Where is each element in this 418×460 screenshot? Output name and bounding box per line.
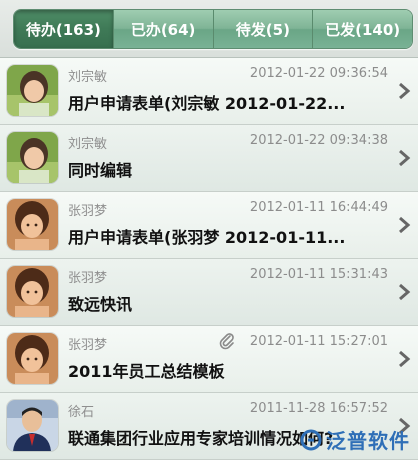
list-item[interactable]: 张羽梦 2012-01-11 16:44:49 用户申请表单(张羽梦 2012-… — [0, 192, 418, 259]
avatar — [7, 333, 58, 384]
sender-name: 张羽梦 — [68, 338, 108, 353]
item-title: 用户申请表单(张羽梦 2012-01-11... — [68, 228, 346, 247]
watermark-text: 泛普软件 — [326, 429, 410, 453]
avatar — [7, 132, 58, 183]
avatar — [7, 199, 58, 250]
timestamp: 2011-11-28 16:57:52 — [249, 401, 388, 416]
timestamp: 2012-01-11 16:44:49 — [249, 200, 388, 215]
item-title: 用户申请表单(刘宗敏 2012-01-22... — [68, 94, 346, 113]
sender-name: 徐石 — [68, 405, 95, 420]
item-title: 2011年员工总结模板 — [68, 362, 225, 381]
item-title: 同时编辑 — [68, 161, 133, 180]
list-item[interactable]: 刘宗敏 2012-01-22 09:34:38 同时编辑 — [0, 125, 418, 192]
timestamp: 2012-01-11 15:27:01 — [249, 334, 388, 349]
tab-to-send[interactable]: 待发(5) — [212, 10, 313, 48]
chevron-right-icon — [399, 82, 411, 100]
watermark: 泛普软件 — [300, 425, 410, 454]
item-title: 致远快讯 — [68, 295, 133, 314]
tab-done[interactable]: 已办(64) — [112, 10, 213, 48]
top-bar: 待办(163) 已办(64) 待发(5) 已发(140) — [0, 0, 418, 58]
tab-sent[interactable]: 已发(140) — [312, 10, 412, 48]
list-item[interactable]: 张羽梦 2012-01-11 15:27:01 2011年员工总结模板 — [0, 326, 418, 393]
list-item[interactable]: 张羽梦 2012-01-11 15:31:43 致远快讯 — [0, 259, 418, 326]
chevron-right-icon — [399, 216, 411, 234]
segmented-control: 待办(163) 已办(64) 待发(5) 已发(140) — [13, 9, 413, 49]
timestamp: 2012-01-22 09:36:54 — [249, 66, 388, 81]
paperclip-icon — [219, 333, 234, 350]
chevron-right-icon — [399, 350, 411, 368]
chevron-right-icon — [399, 283, 411, 301]
sender-name: 刘宗敏 — [68, 137, 108, 152]
avatar — [7, 266, 58, 317]
sender-name: 张羽梦 — [68, 204, 108, 219]
sender-name: 张羽梦 — [68, 271, 108, 286]
timestamp: 2012-01-22 09:34:38 — [249, 133, 388, 148]
timestamp: 2012-01-11 15:31:43 — [249, 267, 388, 282]
avatar — [7, 65, 58, 116]
chevron-right-icon — [399, 149, 411, 167]
avatar — [7, 400, 58, 451]
message-list: 刘宗敏 2012-01-22 09:36:54 用户申请表单(刘宗敏 2012-… — [0, 58, 418, 460]
sender-name: 刘宗敏 — [68, 70, 108, 85]
list-item[interactable]: 刘宗敏 2012-01-22 09:36:54 用户申请表单(刘宗敏 2012-… — [0, 58, 418, 125]
tab-pending[interactable]: 待办(163) — [14, 10, 113, 48]
brand-logo-icon — [300, 429, 322, 450]
